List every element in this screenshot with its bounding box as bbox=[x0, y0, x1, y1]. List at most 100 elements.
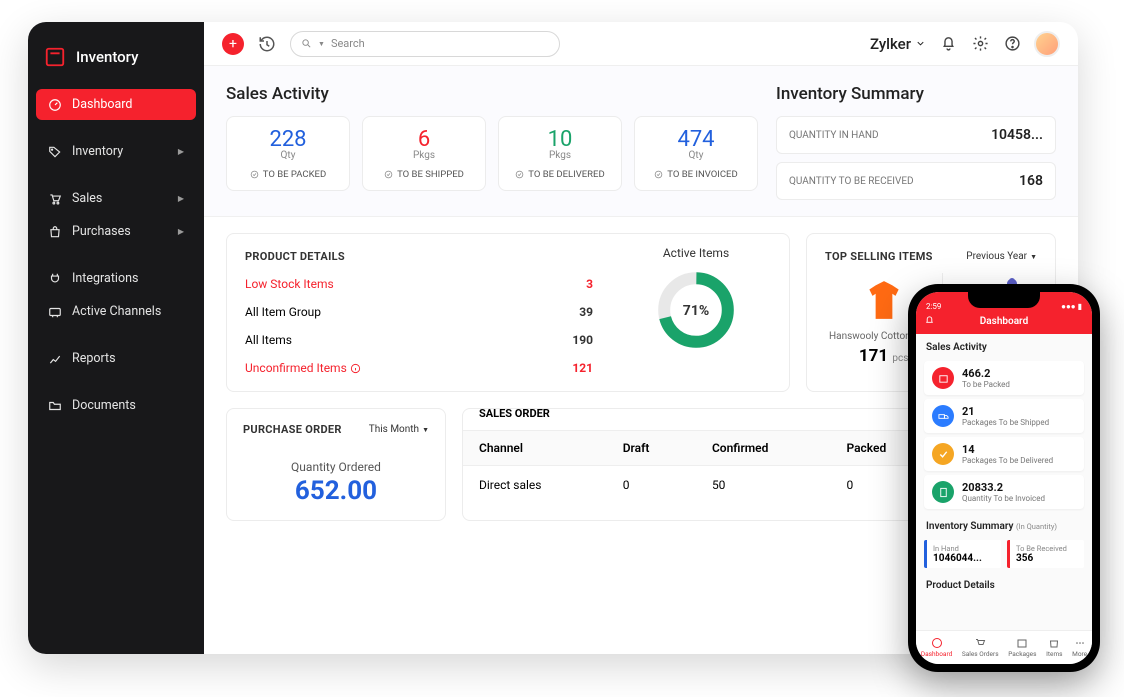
sidebar-item-inventory[interactable]: Inventory ▶ bbox=[36, 136, 196, 167]
settings-button[interactable] bbox=[970, 34, 990, 54]
product-unit: pcs bbox=[892, 353, 908, 364]
active-items-label: Active Items bbox=[621, 246, 771, 260]
inventory-summary-title: Inventory Summary bbox=[776, 84, 1056, 104]
phone-header-title: Dashboard bbox=[980, 316, 1028, 327]
box-icon bbox=[932, 367, 954, 389]
pd-row-low-stock[interactable]: Low Stock Items3 bbox=[245, 277, 593, 291]
sidebar-item-label: Sales bbox=[72, 191, 102, 206]
org-name: Zylker bbox=[870, 35, 911, 53]
phone-sales-title: Sales Activity bbox=[916, 334, 1092, 357]
check-circle-icon bbox=[250, 170, 259, 179]
inv-row-value: 168 bbox=[1019, 173, 1043, 189]
truck-icon bbox=[932, 405, 954, 427]
org-switcher[interactable]: Zylker bbox=[870, 35, 926, 53]
tile-value: 6 bbox=[369, 127, 479, 152]
folder-icon bbox=[48, 399, 62, 413]
phone-time: 2:59 bbox=[926, 302, 941, 311]
add-button[interactable]: + bbox=[222, 33, 244, 55]
tile-value: 10 bbox=[505, 127, 615, 152]
tile-to-be-shipped[interactable]: 6 Pkgs TO BE SHIPPED bbox=[362, 116, 486, 191]
phone-inv-to-receive: To Be Received356 bbox=[1007, 540, 1084, 568]
purchase-order-label: Quantity Ordered bbox=[243, 460, 429, 474]
tile-value: 474 bbox=[641, 127, 751, 152]
notifications-button[interactable] bbox=[938, 34, 958, 54]
chevron-right-icon: ▶ bbox=[178, 194, 184, 203]
gauge-icon bbox=[48, 98, 62, 112]
tile-label: TO BE INVOICED bbox=[667, 169, 737, 180]
sidebar-item-purchases[interactable]: Purchases ▶ bbox=[36, 216, 196, 247]
phone-inv-title: Inventory Summary (In Quantity) bbox=[916, 513, 1092, 536]
sidebar-item-label: Documents bbox=[72, 398, 136, 413]
purchase-order-card: PURCHASE ORDER This Month ▼ Quantity Ord… bbox=[226, 408, 446, 521]
phone-status-icons: ●●● ▮ bbox=[1061, 302, 1082, 311]
check-circle-icon bbox=[654, 170, 663, 179]
tile-unit: Pkgs bbox=[369, 150, 479, 161]
check-circle-icon bbox=[515, 170, 524, 179]
bag-icon bbox=[1048, 637, 1060, 649]
phone-notch bbox=[968, 292, 1040, 308]
help-button[interactable] bbox=[1002, 34, 1022, 54]
phone-tab-items[interactable]: Items bbox=[1046, 637, 1062, 658]
sales-activity: Sales Activity 228 Qty TO BE PACKED 6 Pk… bbox=[226, 84, 758, 200]
sidebar-item-label: Reports bbox=[72, 351, 116, 366]
gear-icon bbox=[972, 35, 989, 52]
chevron-down-icon bbox=[915, 38, 926, 49]
phone-mockup: 2:59 ●●● ▮ Dashboard Sales Activity 466.… bbox=[908, 284, 1100, 672]
chevron-down-icon: ▼ bbox=[1030, 253, 1037, 261]
chevron-down-icon: ▼ bbox=[318, 40, 325, 48]
tile-to-be-packed[interactable]: 228 Qty TO BE PACKED bbox=[226, 116, 350, 191]
phone-tab-packages[interactable]: Packages bbox=[1008, 637, 1036, 658]
tile-to-be-delivered[interactable]: 10 Pkgs TO BE DELIVERED bbox=[498, 116, 622, 191]
phone-row-invoiced[interactable]: 20833.2Quantity To be Invoiced bbox=[924, 475, 1084, 509]
phone-tab-dashboard[interactable]: Dashboard bbox=[921, 637, 952, 658]
top-selling-title: TOP SELLING ITEMS bbox=[825, 250, 933, 263]
phone-header: Dashboard bbox=[916, 312, 1092, 334]
sidebar-item-sales[interactable]: Sales ▶ bbox=[36, 183, 196, 214]
tile-unit: Qty bbox=[233, 150, 343, 161]
phone-tab-sales-orders[interactable]: Sales Orders bbox=[962, 637, 999, 658]
brand-label: Inventory bbox=[76, 48, 138, 66]
phone-row-delivered[interactable]: 14Packages To be Delivered bbox=[924, 437, 1084, 471]
sidebar-item-documents[interactable]: Documents bbox=[36, 390, 196, 421]
sidebar-item-reports[interactable]: Reports bbox=[36, 343, 196, 374]
inv-row-value: 10458... bbox=[991, 127, 1043, 143]
tile-unit: Qty bbox=[641, 150, 751, 161]
product-details-title: PRODUCT DETAILS bbox=[245, 250, 593, 263]
tile-unit: Pkgs bbox=[505, 150, 615, 161]
chevron-right-icon: ▶ bbox=[178, 147, 184, 156]
sidebar: Inventory Dashboard Inventory ▶ Sales ▶ … bbox=[28, 22, 204, 654]
purchase-order-title: PURCHASE ORDER bbox=[243, 423, 342, 436]
search-placeholder: Search bbox=[331, 37, 365, 50]
phone-row-shipped[interactable]: 21Packages To be Shipped bbox=[924, 399, 1084, 433]
phone-tabbar: Dashboard Sales Orders Packages Items Mo… bbox=[916, 630, 1092, 664]
pd-row-item-group[interactable]: All Item Group39 bbox=[245, 305, 593, 319]
history-button[interactable] bbox=[256, 33, 278, 55]
phone-pd-title: Product Details bbox=[916, 572, 1092, 595]
avatar[interactable] bbox=[1034, 31, 1060, 57]
donut-chart-icon: 71% bbox=[654, 268, 738, 352]
tile-to-be-invoiced[interactable]: 474 Qty TO BE INVOICED bbox=[634, 116, 758, 191]
top-selling-period[interactable]: Previous Year ▼ bbox=[966, 251, 1037, 262]
sidebar-item-integrations[interactable]: Integrations bbox=[36, 263, 196, 294]
inventory-summary: Inventory Summary QUANTITY IN HAND 10458… bbox=[776, 84, 1056, 200]
phone-row-packed[interactable]: 466.2To be Packed bbox=[924, 361, 1084, 395]
sidebar-item-dashboard[interactable]: Dashboard bbox=[36, 89, 196, 120]
sidebar-item-active-channels[interactable]: Active Channels bbox=[36, 296, 196, 327]
channel-icon bbox=[48, 305, 62, 319]
tag-icon bbox=[48, 145, 62, 159]
box-icon bbox=[1016, 637, 1028, 649]
brand: Inventory bbox=[28, 38, 204, 88]
search-input[interactable]: ▼ Search bbox=[290, 31, 560, 57]
tile-label: TO BE PACKED bbox=[263, 169, 326, 180]
plug-icon bbox=[48, 272, 62, 286]
pd-row-all-items[interactable]: All Items190 bbox=[245, 333, 593, 347]
history-icon bbox=[258, 35, 276, 53]
bag-icon bbox=[48, 225, 62, 239]
purchase-order-period[interactable]: This Month ▼ bbox=[369, 424, 429, 435]
pd-row-unconfirmed[interactable]: Unconfirmed Items 121 bbox=[245, 361, 593, 375]
phone-tab-more[interactable]: More bbox=[1072, 637, 1087, 658]
product-details-card: PRODUCT DETAILS Low Stock Items3 All Ite… bbox=[226, 233, 790, 392]
chevron-down-icon: ▼ bbox=[422, 426, 429, 434]
sidebar-item-label: Purchases bbox=[72, 224, 131, 239]
bell-icon[interactable] bbox=[924, 315, 935, 326]
